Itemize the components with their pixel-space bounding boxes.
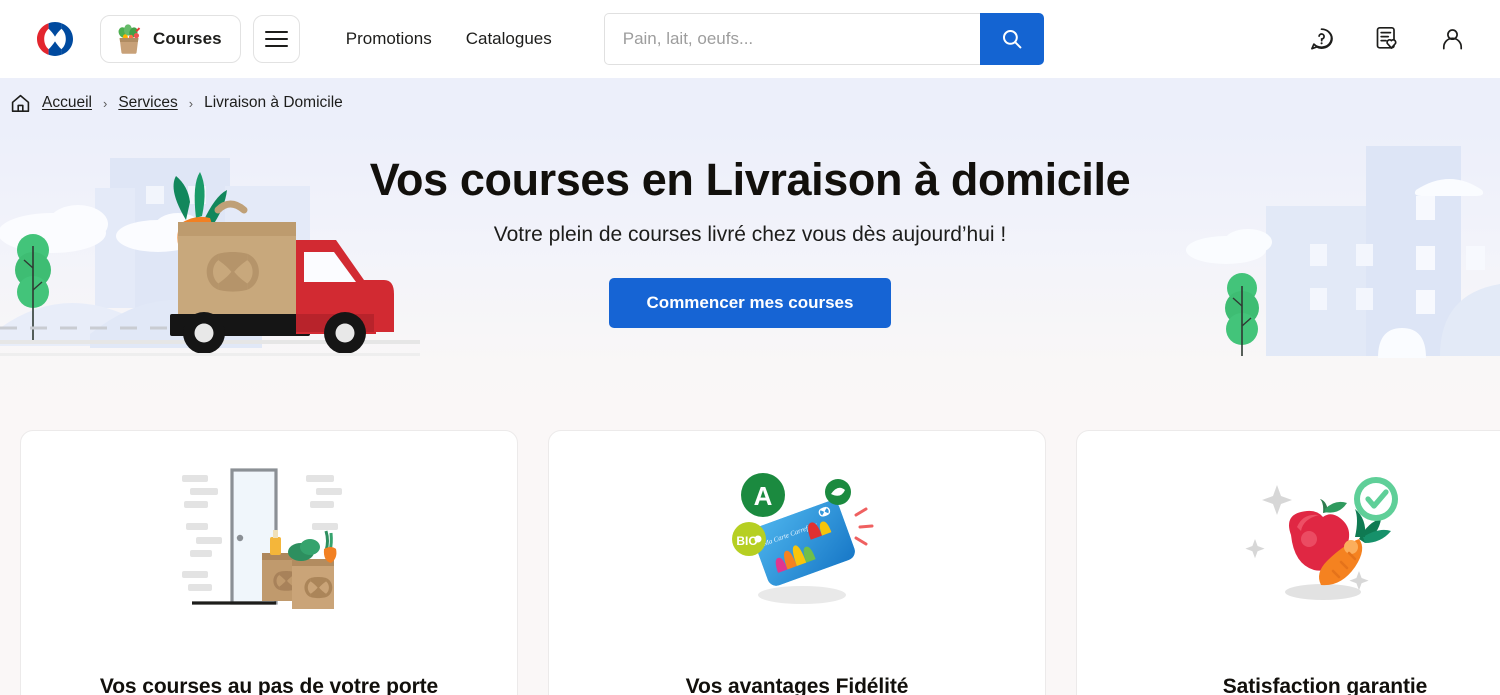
feature-card-loyalty[interactable]: Ma Carte Carrefour A BIO Vos avantages F… xyxy=(548,430,1046,695)
courses-pill-button[interactable]: Courses xyxy=(100,15,241,63)
page-title: Vos courses en Livraison à domicile xyxy=(369,154,1131,205)
nav-item-promotions[interactable]: Promotions xyxy=(346,29,432,49)
bio-badge: BIO xyxy=(731,522,766,556)
breadcrumb: Accueil › Services › Livraison à Domicil… xyxy=(10,93,343,114)
breadcrumb-separator: › xyxy=(102,95,108,111)
bio-label: BIO xyxy=(736,534,757,548)
nav-item-catalogues[interactable]: Catalogues xyxy=(466,29,552,49)
search-button[interactable] xyxy=(979,13,1044,65)
header-icon-group xyxy=(1308,25,1466,53)
breadcrumb-band: Accueil › Services › Livraison à Domicil… xyxy=(0,78,1500,128)
home-icon[interactable] xyxy=(10,93,31,114)
hero-subtitle: Votre plein de courses livré chez vous d… xyxy=(493,222,1007,246)
account-person-icon[interactable] xyxy=(1439,26,1466,53)
shopping-list-heart-icon[interactable] xyxy=(1373,25,1401,53)
help-icon[interactable] xyxy=(1308,26,1335,53)
breadcrumb-separator: › xyxy=(188,95,194,111)
breadcrumb-item-services[interactable]: Services xyxy=(118,94,177,112)
hero-content: Vos courses en Livraison à domicile Votr… xyxy=(0,128,1500,328)
feature-cards-row: Vos courses au pas de votre porte Ma Car… xyxy=(0,430,1500,695)
burger-line xyxy=(264,45,288,47)
nutriscore-badge: A xyxy=(740,473,785,517)
search-input[interactable] xyxy=(603,13,980,65)
breadcrumb-item-current: Livraison à Domicile xyxy=(204,94,343,111)
feature-card-title: Satisfaction garantie xyxy=(1222,675,1428,695)
grocery-bag-icon xyxy=(115,24,143,54)
start-shopping-button[interactable]: Commencer mes courses xyxy=(608,277,892,328)
search-bar xyxy=(603,13,1044,65)
site-header: Courses Promotions Catalogues xyxy=(0,0,1500,78)
search-icon xyxy=(1002,29,1022,49)
feature-card-title: Vos avantages Fidélité xyxy=(685,675,909,695)
feature-card-title: Vos courses au pas de votre porte xyxy=(99,675,439,695)
hero-section: Vos courses en Livraison à domicile Votr… xyxy=(0,128,1500,430)
burger-line xyxy=(264,31,288,33)
fresh-produce-check-illustration xyxy=(1235,467,1415,617)
eco-badge xyxy=(824,479,851,505)
feature-card-doorstep[interactable]: Vos courses au pas de votre porte xyxy=(20,430,518,695)
burger-line xyxy=(264,38,288,40)
breadcrumb-item-accueil[interactable]: Accueil xyxy=(42,94,92,112)
nutriscore-letter: A xyxy=(753,481,772,511)
primary-nav: Promotions Catalogues xyxy=(346,29,552,49)
carrefour-logo[interactable] xyxy=(36,22,74,56)
feature-card-satisfaction[interactable]: Satisfaction garantie xyxy=(1076,430,1500,695)
loyalty-card-illustration: Ma Carte Carrefour A BIO xyxy=(710,467,885,617)
courses-pill-label: Courses xyxy=(153,29,222,48)
hamburger-menu-icon[interactable] xyxy=(252,15,300,63)
door-with-grocery-bags-illustration xyxy=(174,467,364,617)
